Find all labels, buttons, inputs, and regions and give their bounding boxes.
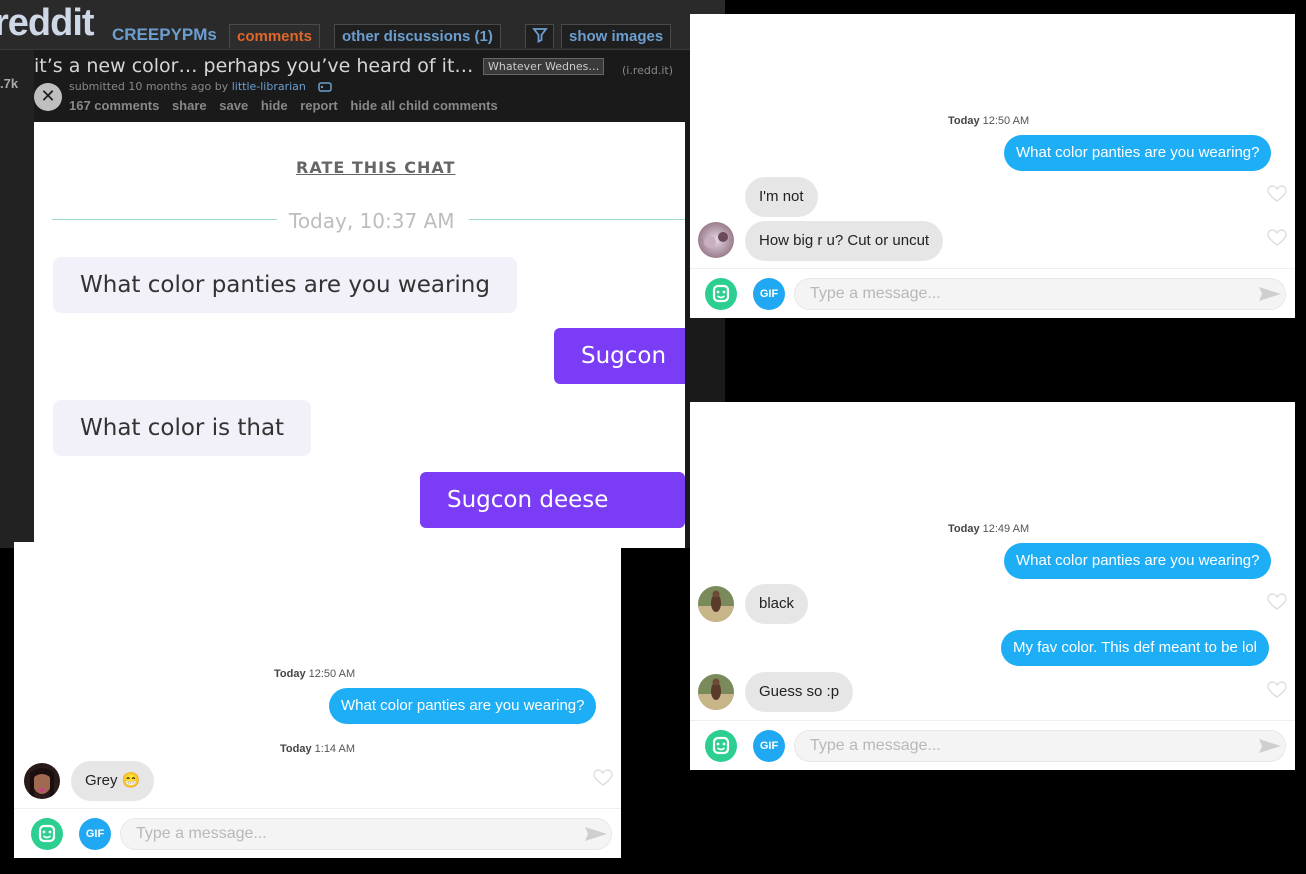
message-sent: What color panties are you wearing? (1004, 543, 1272, 579)
send-icon[interactable] (1258, 286, 1282, 302)
post-tagline: submitted 10 months ago by little-librar… (69, 80, 333, 93)
gif-button[interactable]: GIF (753, 278, 785, 310)
subreddit-name[interactable]: CREEPYPMs (112, 25, 217, 45)
avatar[interactable] (698, 586, 734, 622)
message-input-bar: GIF Type a message... (690, 720, 1295, 770)
message-input[interactable]: Type a message... (120, 818, 612, 850)
share-link[interactable]: share (172, 98, 207, 113)
tagline-prefix: submitted 10 months ago by (69, 80, 229, 93)
chat-panel-bottom-left: Today 12:50 AM What color panties are yo… (14, 542, 621, 858)
tag-icon[interactable] (317, 82, 333, 92)
chat-panel-bottom-right: Today 12:49 AM What color panties are yo… (690, 402, 1295, 770)
embedded-chat-screenshot: RATE THIS CHAT Today, 10:37 AM What colo… (34, 122, 685, 548)
message-sent: Sugcon (554, 328, 685, 384)
close-icon[interactable]: ✕ (34, 83, 62, 111)
divider (52, 219, 277, 220)
filter-icon[interactable] (525, 24, 554, 48)
gif-button[interactable]: GIF (753, 730, 785, 762)
emoji-icon[interactable] (705, 730, 737, 762)
tab-comments[interactable]: comments (229, 24, 321, 48)
author-link[interactable]: little-librarian (232, 80, 306, 93)
timestamp: Today 12:49 AM (948, 523, 1030, 535)
heart-icon[interactable] (1267, 681, 1287, 699)
post-flair[interactable]: Whatever Wednes… (483, 58, 605, 75)
message-input[interactable]: Type a message... (794, 730, 1286, 762)
hide-child-comments-link[interactable]: hide all child comments (350, 98, 497, 113)
avatar[interactable] (698, 674, 734, 710)
vote-column (0, 50, 34, 548)
divider (469, 219, 685, 220)
message-received: Guess so :p (745, 672, 854, 712)
tab-other-discussions[interactable]: other discussions (1) (334, 24, 501, 48)
reddit-logo[interactable]: reddit (0, 2, 95, 45)
heart-icon[interactable] (1267, 593, 1287, 611)
heart-icon[interactable] (1267, 185, 1287, 203)
send-icon[interactable] (1258, 738, 1282, 754)
comments-link[interactable]: 167 comments (69, 98, 159, 113)
message-received: Grey 😁 (71, 761, 155, 801)
tab-show-images[interactable]: show images (561, 24, 672, 48)
avatar[interactable] (24, 763, 60, 799)
message-input-bar: GIF Type a message... (690, 268, 1295, 318)
avatar[interactable] (698, 222, 734, 258)
message-input-bar: GIF Type a message... (14, 808, 621, 858)
message-sent: My fav color. This def meant to be lol (1001, 630, 1270, 666)
reddit-post-panel: reddit CREEPYPMs comments other discussi… (0, 0, 725, 548)
heart-icon[interactable] (1267, 229, 1287, 247)
post-actions: 167 comments share save hide report hide… (69, 98, 507, 113)
hide-link[interactable]: hide (261, 98, 288, 113)
post-domain[interactable]: (i.redd.it) (622, 64, 673, 77)
message-sent: What color panties are you wearing? (1004, 135, 1272, 171)
rate-chat-link[interactable]: RATE THIS CHAT (296, 158, 455, 177)
send-icon[interactable] (584, 826, 608, 842)
message-sent: Sugcon deese nuts (420, 472, 685, 548)
message-received: What color panties are you wearing (53, 257, 517, 313)
timestamp: Today 12:50 AM (948, 115, 1030, 127)
message-received: I'm not (745, 177, 818, 217)
message-input[interactable]: Type a message... (794, 278, 1286, 310)
post-score: .7k (0, 76, 19, 91)
message-received: How big r u? Cut or uncut (745, 221, 944, 261)
timestamp: Today 1:14 AM (280, 743, 355, 755)
chat-panel-top-right: Today 12:50 AM What color panties are yo… (690, 14, 1295, 318)
save-link[interactable]: save (219, 98, 248, 113)
chat-date: Today, 10:37 AM (289, 209, 455, 233)
timestamp: Today 12:50 AM (274, 668, 356, 680)
post-title[interactable]: it’s a new color… perhaps you’ve heard o… (34, 55, 473, 77)
emoji-icon[interactable] (705, 278, 737, 310)
emoji-icon[interactable] (31, 818, 63, 850)
message-sent: What color panties are you wearing? (329, 688, 597, 724)
gif-button[interactable]: GIF (79, 818, 111, 850)
message-received: What color is that (53, 400, 312, 456)
message-received: black (745, 584, 809, 624)
reddit-header: reddit CREEPYPMs comments other discussi… (0, 0, 725, 50)
heart-icon[interactable] (593, 769, 613, 787)
report-link[interactable]: report (300, 98, 338, 113)
